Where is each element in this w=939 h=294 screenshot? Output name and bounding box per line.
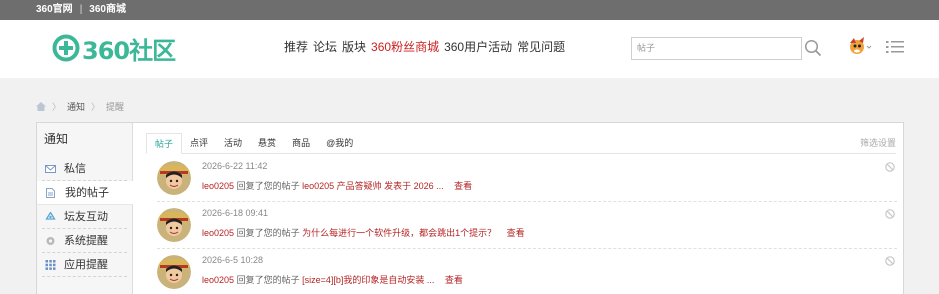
sidebar-item-my-posts[interactable]: 我的帖子 xyxy=(37,181,133,205)
mail-icon xyxy=(45,165,56,173)
sidebar: 通知 私信 我的帖子 坛友互动 系统提醒 应用提醒 xyxy=(37,123,133,294)
tab-comments[interactable]: 点评 xyxy=(182,133,216,153)
nav-sections[interactable]: 版块 xyxy=(342,38,366,55)
nav-forum[interactable]: 论坛 xyxy=(313,38,337,55)
sidebar-item-interactions[interactable]: 坛友互动 xyxy=(42,205,127,229)
top-link-360-official[interactable]: 360官网 xyxy=(36,4,73,15)
site-logo[interactable]: 360社区 xyxy=(52,32,176,65)
tab-goods[interactable]: 商品 xyxy=(284,133,318,153)
notification-tabs: 帖子 点评 活动 悬赏 商品 @我的 筛选设置 xyxy=(146,133,896,154)
notification-post-link[interactable]: 为什么每进行一个软件升级，都会跳出1个提示？ xyxy=(302,228,496,238)
notification-action: 回复了您的帖子 xyxy=(236,275,300,285)
nav-user-activities[interactable]: 360用户活动 xyxy=(444,38,512,55)
notification-post-link[interactable]: [size=4][b]我的印象是自动安装 ... xyxy=(302,275,434,285)
notification-time: 2026-6-22 11:42 xyxy=(202,161,268,171)
sidebar-item-system-alerts[interactable]: 系统提醒 xyxy=(42,229,127,253)
top-link-360-mall[interactable]: 360商城 xyxy=(89,4,126,15)
search-input[interactable]: 帖子 xyxy=(631,37,802,60)
breadcrumb-separator: 〉 xyxy=(52,102,62,112)
sidebar-item-label: 我的帖子 xyxy=(65,187,109,199)
notification-item: 2026-6-5 10:28 leo0205 回复了您的帖子 [size=4][… xyxy=(157,250,897,294)
notification-time: 2026-6-5 10:28 xyxy=(202,255,264,265)
user-avatar-icon[interactable] xyxy=(846,35,872,61)
view-link[interactable]: 查看 xyxy=(454,181,472,191)
nav-fan-mall[interactable]: 360粉丝商城 xyxy=(371,38,439,55)
filter-settings-link[interactable]: 筛选设置 xyxy=(860,133,896,153)
notification-message: leo0205 回复了您的帖子 [size=4][b]我的印象是自动安装 ...… xyxy=(202,273,463,286)
gear-icon xyxy=(46,237,55,245)
view-link[interactable]: 查看 xyxy=(507,228,525,238)
user-avatar[interactable] xyxy=(157,161,191,195)
sidebar-item-label: 应用提醒 xyxy=(64,259,108,271)
recycle-icon xyxy=(45,212,56,220)
view-link[interactable]: 查看 xyxy=(445,275,463,285)
sidebar-item-label: 坛友互动 xyxy=(64,211,108,223)
search-icon[interactable] xyxy=(804,39,822,57)
notification-user-link[interactable]: leo0205 xyxy=(202,228,234,238)
sidebar-item-app-alerts[interactable]: 应用提醒 xyxy=(42,253,127,277)
notification-action: 回复了您的帖子 xyxy=(236,181,300,191)
tab-mentions[interactable]: @我的 xyxy=(318,133,361,153)
nav-faq[interactable]: 常见问题 xyxy=(517,38,565,55)
notification-item: 2026-6-22 11:42 leo0205 回复了您的帖子 leo0205 … xyxy=(157,156,897,202)
notification-user-link[interactable]: leo0205 xyxy=(202,275,234,285)
main-nav: 推荐 论坛 版块 360粉丝商城 360用户活动 常见问题 xyxy=(284,38,570,55)
top-separator: | xyxy=(79,4,83,15)
logo-text: 360社区 xyxy=(82,36,176,65)
notification-item: 2026-6-18 09:41 leo0205 回复了您的帖子 为什么每进行一个… xyxy=(157,203,897,249)
notification-user-link[interactable]: leo0205 xyxy=(202,181,234,191)
notification-message: leo0205 回复了您的帖子 为什么每进行一个软件升级，都会跳出1个提示？ 查… xyxy=(202,226,525,239)
home-icon[interactable] xyxy=(36,102,46,111)
grid-icon xyxy=(45,260,56,270)
site-header: 360社区 推荐 论坛 版块 360粉丝商城 360用户活动 常见问题 帖子 xyxy=(0,20,939,78)
notification-message: leo0205 回复了您的帖子 leo0205 产品答疑帅 发表于 2026 .… xyxy=(202,179,472,192)
sidebar-item-private-messages[interactable]: 私信 xyxy=(42,157,127,181)
sidebar-item-label: 系统提醒 xyxy=(64,235,108,247)
breadcrumb-reminders: 提醒 xyxy=(106,102,125,112)
breadcrumb-separator: 〉 xyxy=(91,102,101,112)
block-icon[interactable] xyxy=(885,162,895,172)
list-menu-icon[interactable] xyxy=(886,40,904,54)
sidebar-title: 通知 xyxy=(44,132,69,146)
document-icon xyxy=(46,188,55,198)
top-bar: 360官网 | 360商城 xyxy=(0,0,939,20)
block-icon[interactable] xyxy=(885,209,895,219)
notification-post-link[interactable]: leo0205 产品答疑帅 发表于 2026 ... xyxy=(302,181,444,191)
tab-posts[interactable]: 帖子 xyxy=(146,133,183,154)
block-icon[interactable] xyxy=(885,256,895,266)
plus-circle-icon xyxy=(52,34,80,62)
notification-time: 2026-6-18 09:41 xyxy=(202,208,269,218)
sidebar-item-label: 私信 xyxy=(64,163,86,175)
breadcrumb: 〉 通知 〉 提醒 xyxy=(36,100,124,113)
user-avatar[interactable] xyxy=(157,208,191,242)
user-avatar[interactable] xyxy=(157,255,191,289)
notification-panel: 通知 私信 我的帖子 坛友互动 系统提醒 应用提醒 帖子 点评 活动 悬赏 商品… xyxy=(36,122,904,294)
tab-bounties[interactable]: 悬赏 xyxy=(250,133,284,153)
tab-activities[interactable]: 活动 xyxy=(216,133,250,153)
notification-action: 回复了您的帖子 xyxy=(236,228,300,238)
breadcrumb-notifications[interactable]: 通知 xyxy=(67,100,85,113)
nav-recommend[interactable]: 推荐 xyxy=(284,38,308,55)
